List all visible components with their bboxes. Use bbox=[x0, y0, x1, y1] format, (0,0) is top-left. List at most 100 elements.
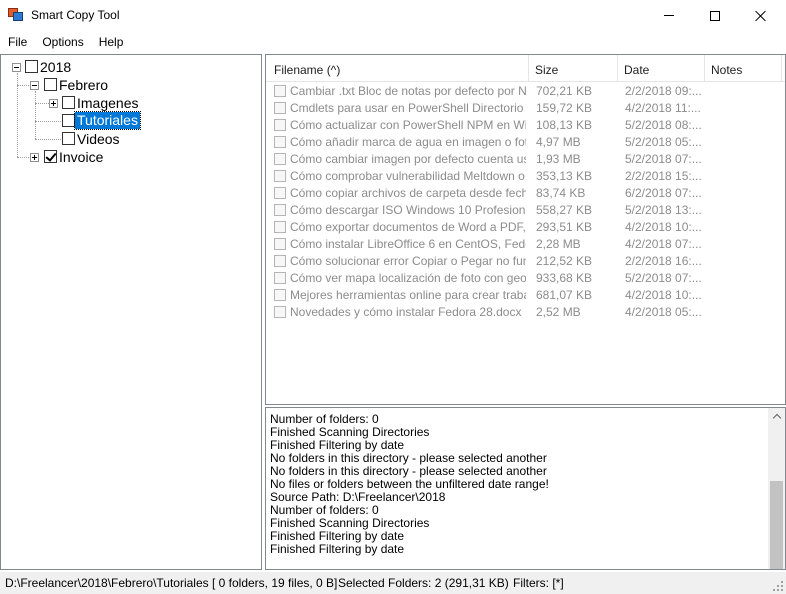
file-checkbox[interactable] bbox=[274, 102, 286, 114]
file-size: 2,28 MB bbox=[536, 237, 581, 251]
file-checkbox[interactable] bbox=[274, 153, 286, 165]
file-checkbox[interactable] bbox=[274, 289, 286, 301]
file-checkbox[interactable] bbox=[274, 238, 286, 250]
folder-tree[interactable]: 2018 Febrero Imagenes Tutoriales Videos … bbox=[0, 54, 262, 570]
collapse-icon[interactable] bbox=[12, 63, 21, 72]
window-title: Smart Copy Tool bbox=[31, 8, 120, 22]
file-checkbox[interactable] bbox=[274, 221, 286, 233]
title-bar: Smart Copy Tool bbox=[0, 0, 786, 31]
file-size: 2,52 MB bbox=[536, 305, 581, 319]
tree-connector bbox=[35, 139, 63, 140]
expand-icon[interactable] bbox=[49, 99, 58, 108]
file-date: 2/2/2018 15:... bbox=[625, 169, 702, 183]
column-date[interactable]: Date bbox=[618, 55, 705, 82]
collapse-icon[interactable] bbox=[30, 81, 39, 90]
file-row[interactable]: Cómo copiar archivos de carpeta desde fe… bbox=[266, 185, 785, 202]
file-list[interactable]: Filename (^) Size Date Notes Cambiar .tx… bbox=[265, 54, 786, 405]
status-filters: Filters: [*] bbox=[513, 576, 564, 590]
tree-checkbox-tutoriales[interactable] bbox=[62, 114, 75, 127]
file-name: Cómo añadir marca de agua en imagen o fo… bbox=[290, 135, 526, 149]
file-date: 5/2/2018 13:... bbox=[625, 203, 702, 217]
file-name: Cómo solucionar error Copiar o Pegar no … bbox=[290, 254, 526, 268]
file-date: 2/2/2018 16:... bbox=[625, 254, 702, 268]
file-size: 558,27 KB bbox=[536, 203, 593, 217]
column-filename[interactable]: Filename (^) bbox=[266, 55, 529, 82]
file-checkbox[interactable] bbox=[274, 187, 286, 199]
file-date: 2/2/2018 09:... bbox=[625, 84, 702, 98]
file-name: Cómo descargar ISO Windows 10 Profesiona… bbox=[290, 203, 526, 217]
minimize-button[interactable] bbox=[646, 0, 692, 31]
file-name: Cómo copiar archivos de carpeta desde fe… bbox=[290, 186, 526, 200]
file-size: 83,74 KB bbox=[536, 186, 586, 200]
maximize-button[interactable] bbox=[692, 0, 738, 31]
file-checkbox[interactable] bbox=[274, 85, 286, 97]
file-checkbox[interactable] bbox=[274, 204, 286, 216]
menu-help[interactable]: Help bbox=[91, 33, 131, 53]
file-row[interactable]: Novedades y cómo instalar Fedora 28.docx… bbox=[266, 304, 785, 321]
maximize-icon bbox=[710, 10, 720, 21]
chevron-up-icon bbox=[772, 413, 781, 423]
file-checkbox[interactable] bbox=[274, 136, 286, 148]
column-notes[interactable]: Notes bbox=[705, 55, 782, 82]
tree-item-invoice[interactable]: Invoice bbox=[57, 149, 105, 166]
column-size[interactable]: Size bbox=[529, 55, 618, 82]
file-name: Cómo instalar LibreOffice 6 en CentOS, F… bbox=[290, 237, 526, 251]
minimize-icon bbox=[664, 15, 674, 16]
file-date: 5/2/2018 07:... bbox=[625, 271, 702, 285]
file-name: Cómo comprobar vulnerabilidad Meltdown o… bbox=[290, 169, 526, 183]
menu-options[interactable]: Options bbox=[34, 33, 90, 53]
file-row[interactable]: Mejores herramientas online para crear t… bbox=[266, 287, 785, 304]
file-date: 4/2/2018 11:... bbox=[625, 101, 701, 115]
file-name: Cambiar .txt Bloc de notas por defecto p… bbox=[290, 84, 526, 98]
file-size: 933,68 KB bbox=[536, 271, 593, 285]
file-name: Mejores herramientas online para crear t… bbox=[290, 288, 526, 302]
file-row[interactable]: Cómo actualizar con PowerShell NPM en Wi… bbox=[266, 117, 785, 134]
close-button[interactable] bbox=[738, 0, 784, 31]
close-icon bbox=[755, 10, 767, 22]
file-checkbox[interactable] bbox=[274, 306, 286, 318]
file-row[interactable]: Cómo ver mapa localización de foto con g… bbox=[266, 270, 785, 287]
scroll-thumb[interactable] bbox=[770, 481, 783, 569]
file-date: 4/2/2018 07:... bbox=[625, 237, 702, 251]
menu-file[interactable]: File bbox=[0, 33, 34, 53]
file-row[interactable]: Cómo comprobar vulnerabilidad Meltdown o… bbox=[266, 168, 785, 185]
file-date: 4/2/2018 05:... bbox=[625, 305, 702, 319]
tree-checkbox-imagenes[interactable] bbox=[62, 96, 75, 109]
file-checkbox[interactable] bbox=[274, 119, 286, 131]
file-row[interactable]: Cómo cambiar imagen por defecto cuenta u… bbox=[266, 151, 785, 168]
log-scrollbar[interactable] bbox=[768, 408, 785, 569]
file-row[interactable]: Cómo añadir marca de agua en imagen o fo… bbox=[266, 134, 785, 151]
tree-checkbox-febrero[interactable] bbox=[44, 78, 57, 91]
tree-item-tutoriales[interactable]: Tutoriales bbox=[74, 111, 141, 130]
file-size: 4,97 MB bbox=[536, 135, 581, 149]
file-name: Cmdlets para usar en PowerShell Director… bbox=[290, 101, 526, 115]
file-date: 4/2/2018 10:... bbox=[625, 220, 702, 234]
file-checkbox[interactable] bbox=[274, 255, 286, 267]
file-checkbox[interactable] bbox=[274, 272, 286, 284]
file-row[interactable]: Cómo instalar LibreOffice 6 en CentOS, F… bbox=[266, 236, 785, 253]
file-date: 4/2/2018 10:... bbox=[625, 288, 702, 302]
tree-connector bbox=[35, 121, 63, 122]
file-row[interactable]: Cómo solucionar error Copiar o Pegar no … bbox=[266, 253, 785, 270]
file-list-header: Filename (^) Size Date Notes bbox=[266, 55, 785, 82]
scroll-up-button[interactable] bbox=[768, 408, 785, 425]
log-output[interactable]: Number of folders: 0 Finished Scanning Di… bbox=[265, 407, 786, 570]
tree-checkbox-invoice[interactable] bbox=[44, 150, 57, 163]
tree-checkbox-2018[interactable] bbox=[25, 60, 38, 73]
tree-checkbox-videos[interactable] bbox=[62, 132, 75, 145]
log-line: Finished Filtering by date bbox=[270, 542, 405, 556]
tree-item-imagenes[interactable]: Imagenes bbox=[75, 95, 140, 112]
file-date: 5/2/2018 05:... bbox=[625, 135, 702, 149]
file-checkbox[interactable] bbox=[274, 170, 286, 182]
file-row[interactable]: Cómo descargar ISO Windows 10 Profesiona… bbox=[266, 202, 785, 219]
file-size: 212,52 KB bbox=[536, 254, 593, 268]
resize-grip[interactable] bbox=[772, 580, 784, 592]
file-row[interactable]: Cmdlets para usar en PowerShell Director… bbox=[266, 100, 785, 117]
file-size: 108,13 KB bbox=[536, 118, 593, 132]
tree-item-febrero[interactable]: Febrero bbox=[57, 77, 110, 94]
file-row[interactable]: Cambiar .txt Bloc de notas por defecto p… bbox=[266, 83, 785, 100]
expand-icon[interactable] bbox=[30, 153, 39, 162]
tree-item-2018[interactable]: 2018 bbox=[38, 59, 73, 76]
tree-item-videos[interactable]: Videos bbox=[75, 131, 122, 148]
file-row[interactable]: Cómo exportar documentos de Word a PDF, … bbox=[266, 219, 785, 236]
